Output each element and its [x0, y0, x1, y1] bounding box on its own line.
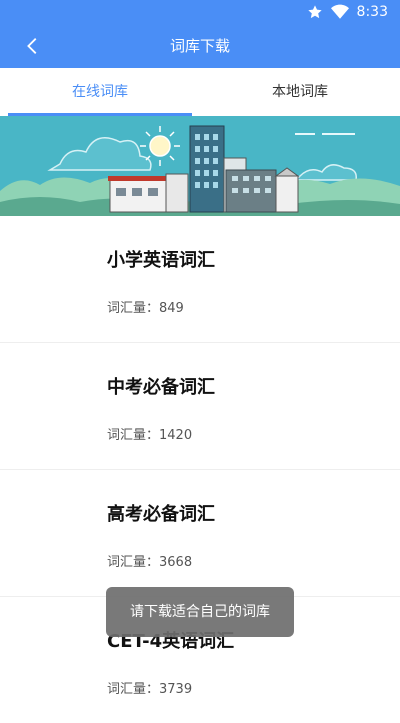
tab-local-library[interactable]: 本地词库 [200, 68, 400, 116]
city-banner-illustration [0, 116, 400, 216]
app-bar: 词库下载 [0, 24, 400, 68]
list-item-name: 小学英语词汇 [107, 250, 215, 271]
list-item-count: 词汇量：3739 [107, 682, 193, 697]
list-item-count: 词汇量：849 [107, 301, 184, 316]
list-item-count: 词汇量：1420 [107, 428, 193, 443]
list-item[interactable]: 高考必备词汇 词汇量：3668 [0, 470, 400, 597]
wifi-icon [330, 4, 349, 19]
status-bar: 8:33 [0, 0, 400, 24]
list-item[interactable]: 中考必备词汇 词汇量：1420 [0, 343, 400, 470]
list-item[interactable]: 小学英语词汇 词汇量：849 [0, 216, 400, 343]
tab-online-library[interactable]: 在线词库 [0, 68, 200, 116]
status-time: 8:33 [356, 4, 388, 20]
word-list: 小学英语词汇 词汇量：849 中考必备词汇 词汇量：1420 高考必备词汇 词汇… [0, 216, 400, 723]
star-icon [307, 5, 322, 19]
page-title: 词库下载 [169, 37, 230, 55]
list-item-count: 词汇量：3668 [107, 555, 193, 570]
toast-message: 请下载适合自己的词库 [106, 587, 294, 637]
list-item-name: 中考必备词汇 [107, 377, 215, 398]
tab-bar: 在线词库 本地词库 [0, 68, 400, 117]
sun-icon [140, 126, 180, 166]
list-item-name: 高考必备词汇 [107, 504, 215, 525]
